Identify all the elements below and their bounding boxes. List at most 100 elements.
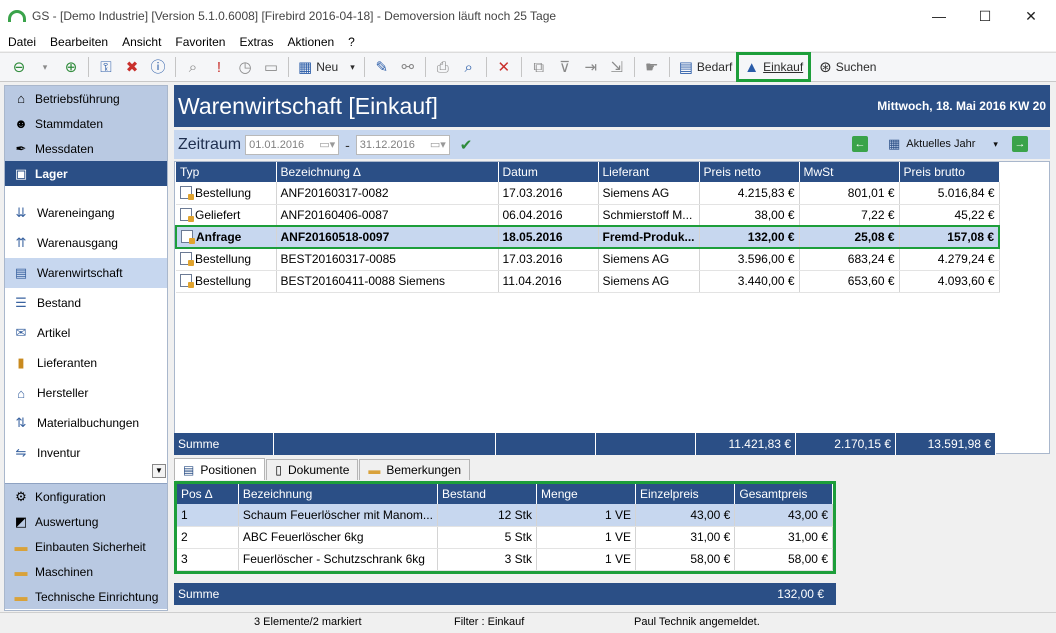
- cell-datum: 17.03.2016: [498, 248, 599, 271]
- sidebar-item-inventur[interactable]: ⇋ Inventur: [5, 438, 167, 468]
- forward-button[interactable]: ⊕: [60, 55, 82, 79]
- date-to-field[interactable]: 31.12.2016 ▭▾: [355, 134, 450, 155]
- menu-datei[interactable]: Datei: [8, 35, 36, 49]
- calendar-dropdown-icon[interactable]: ▭▾: [430, 138, 446, 151]
- suchen-button[interactable]: ⊛ Suchen: [816, 55, 879, 79]
- table-row[interactable]: Bestellung BEST20160317-0085 17.03.2016 …: [176, 248, 1000, 271]
- table-row[interactable]: Bestellung ANF20160317-0082 17.03.2016 S…: [176, 182, 1000, 205]
- filter-button[interactable]: ⊽: [554, 55, 576, 79]
- sidebar-item-einbauten-sicherheit[interactable]: ▬ Einbauten Sicherheit: [5, 534, 167, 559]
- edit-button[interactable]: ✎: [371, 55, 393, 79]
- sidebar-item-warenausgang[interactable]: ⇈ Warenausgang: [5, 228, 167, 258]
- print-button[interactable]: ⎙: [432, 55, 454, 79]
- import-button[interactable]: ⇥: [580, 55, 602, 79]
- delete-icon: ✕: [497, 58, 511, 76]
- col-menge[interactable]: Menge: [536, 484, 636, 504]
- sidebar-item-warenwirtschaft[interactable]: ▤ Warenwirtschaft: [5, 258, 167, 288]
- next-period-button[interactable]: →: [1012, 136, 1028, 152]
- user-remove-button[interactable]: ✖: [121, 55, 143, 79]
- inquiry-document-icon: [181, 230, 195, 244]
- sidebar-item-wareneingang[interactable]: ⇊ Wareneingang: [5, 198, 167, 228]
- clock-24-button[interactable]: ◷: [234, 55, 256, 79]
- sidebar-item-technische-einrichtung[interactable]: ▬ Technische Einrichtung: [5, 584, 167, 609]
- sidebar-item-lager[interactable]: ▣ Lager: [5, 161, 167, 186]
- user-key-button[interactable]: ⚿: [95, 55, 117, 79]
- col-lieferant[interactable]: Lieferant: [598, 162, 700, 182]
- col-preis-netto[interactable]: Preis netto: [699, 162, 800, 182]
- menu-favoriten[interactable]: Favoriten: [175, 35, 225, 49]
- maximize-button[interactable]: ☐: [962, 0, 1008, 32]
- calendar-dropdown-icon[interactable]: ▭▾: [319, 138, 335, 151]
- sidebar-item-bestand[interactable]: ☰ Bestand: [5, 288, 167, 318]
- tab-bemerkungen[interactable]: ▬ Bemerkungen: [359, 459, 471, 480]
- einkauf-button[interactable]: ▲ Einkauf: [736, 52, 812, 82]
- grid-icon: ▦: [298, 58, 313, 76]
- delete-button[interactable]: ✕: [493, 55, 515, 79]
- sidebar-item-betriebsfuehrung[interactable]: ⌂ Betriebsführung: [5, 86, 167, 111]
- sidebar-item-lieferanten[interactable]: ▮ Lieferanten: [5, 348, 167, 378]
- col-pos[interactable]: Pos ∆: [177, 484, 239, 504]
- comments-button[interactable]: ▭: [260, 55, 282, 79]
- close-window-button[interactable]: ✕: [1008, 0, 1054, 32]
- col-gesamtpreis[interactable]: Gesamtpreis: [734, 484, 833, 504]
- link-button[interactable]: ⚯: [397, 55, 419, 79]
- col-einzelpreis[interactable]: Einzelpreis: [635, 484, 736, 504]
- apply-filter-check-icon[interactable]: ✔: [460, 136, 473, 154]
- main-panel: Warenwirtschaft [Einkauf] Mittwoch, 18. …: [174, 85, 1050, 611]
- cell-bestand: 5 Stk: [437, 526, 538, 549]
- sidebar-item-auswertung[interactable]: ◩ Auswertung: [5, 509, 167, 534]
- cell-datum: 18.05.2016: [498, 225, 599, 249]
- sidebar-item-stammdaten[interactable]: ☻ Stammdaten: [5, 111, 167, 136]
- cell-mwst: 683,24 €: [799, 248, 900, 271]
- tab-dokumente[interactable]: ▯ Dokumente: [266, 459, 359, 480]
- export-button[interactable]: ⇲: [606, 55, 628, 79]
- print-preview-button[interactable]: ⌕: [458, 55, 480, 79]
- table-row[interactable]: Bestellung BEST20160411-0088 Siemens 11.…: [176, 270, 1000, 293]
- sidebar-item-hersteller[interactable]: ⌂ Hersteller: [5, 378, 167, 408]
- handshake-button[interactable]: ☛: [641, 55, 663, 79]
- user-info-button[interactable]: ⓘ: [147, 55, 169, 79]
- alert-doc-button[interactable]: !: [208, 55, 230, 79]
- table-row-selected[interactable]: Anfrage ANF20160518-0097 18.05.2016 Frem…: [175, 225, 1001, 249]
- search-doc-button[interactable]: ⌕: [182, 55, 204, 79]
- date-from-field[interactable]: 01.01.2016 ▭▾: [245, 134, 340, 155]
- sidebar-item-artikel[interactable]: ✉ Artikel: [5, 318, 167, 348]
- menu-extras[interactable]: Extras: [239, 35, 273, 49]
- cell-menge: 1 VE: [536, 526, 636, 549]
- bedarf-button[interactable]: ▤ Bedarf: [676, 55, 736, 79]
- table-row[interactable]: 2 ABC Feuerlöscher 6kg 5 Stk 1 VE 31,00 …: [177, 526, 833, 549]
- col-bezeichnung[interactable]: Bezeichnung: [238, 484, 438, 504]
- sidebar-item-label: Technische Einrichtung: [35, 589, 159, 604]
- table-row[interactable]: 3 Feuerlöscher - Schutzschrank 6kg 3 Stk…: [177, 548, 833, 571]
- sidebar-item-maschinen[interactable]: ▬ Maschinen: [5, 559, 167, 584]
- tab-positionen[interactable]: ▤ Positionen: [174, 458, 266, 480]
- back-dropdown[interactable]: ▾: [34, 55, 56, 79]
- col-bestand[interactable]: Bestand: [437, 484, 538, 504]
- summary-netto: 11.421,83 €: [696, 433, 796, 455]
- page-header: Warenwirtschaft [Einkauf] Mittwoch, 18. …: [174, 85, 1050, 127]
- col-preis-brutto[interactable]: Preis brutto: [899, 162, 1000, 182]
- previous-period-button[interactable]: ←: [852, 136, 868, 152]
- sidebar-item-messdaten[interactable]: ✒ Messdaten: [5, 136, 167, 161]
- col-typ[interactable]: Typ: [176, 162, 277, 182]
- table-row-selected[interactable]: 1 Schaum Feuerlöscher mit Manom... 12 St…: [177, 504, 833, 527]
- sidebar-scroll-button[interactable]: ▼: [152, 464, 166, 478]
- menu-bearbeiten[interactable]: Bearbeiten: [50, 35, 108, 49]
- chevron-down-icon: ▾: [350, 61, 355, 72]
- menu-ansicht[interactable]: Ansicht: [122, 35, 161, 49]
- back-button[interactable]: ⊖: [8, 55, 30, 79]
- chevron-down-icon: ▾: [993, 138, 998, 149]
- period-select[interactable]: ▦ Aktuelles Jahr ▾: [888, 136, 998, 152]
- copy-button[interactable]: ⧉: [528, 55, 550, 79]
- minimize-button[interactable]: —: [916, 0, 962, 32]
- comments-icon: ▭: [263, 58, 279, 76]
- table-row[interactable]: Geliefert ANF20160406-0087 06.04.2016 Sc…: [176, 204, 1000, 227]
- new-button[interactable]: ▦ Neu ▾: [295, 55, 358, 79]
- sidebar-item-konfiguration[interactable]: ⚙ Konfiguration: [5, 484, 167, 509]
- sidebar-item-materialbuchungen[interactable]: ⇅ Materialbuchungen: [5, 408, 167, 438]
- col-datum[interactable]: Datum: [498, 162, 599, 182]
- menu-aktionen[interactable]: Aktionen: [287, 35, 334, 49]
- col-bezeichnung[interactable]: Bezeichnung ∆: [276, 162, 499, 182]
- col-mwst[interactable]: MwSt: [799, 162, 900, 182]
- menu-help[interactable]: ?: [348, 35, 355, 49]
